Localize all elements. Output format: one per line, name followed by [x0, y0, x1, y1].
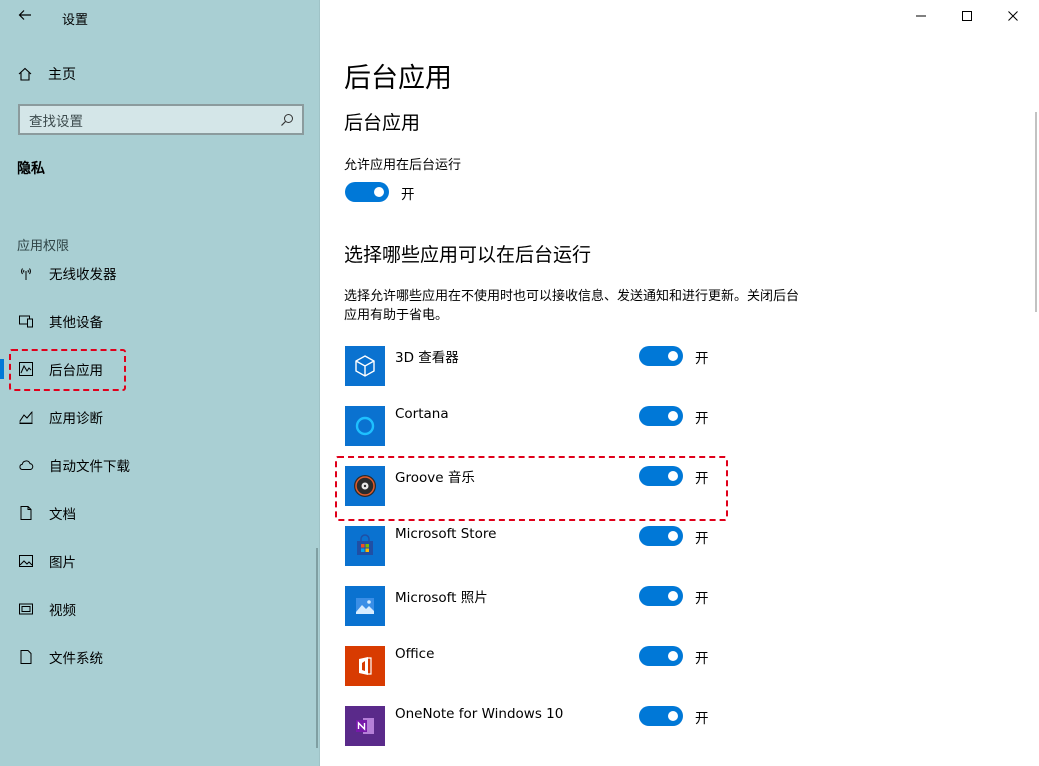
- sidebar-scrollbar[interactable]: [316, 548, 318, 748]
- section-title: 隐私: [17, 161, 45, 177]
- group-label: 应用权限: [17, 239, 70, 254]
- app-toggle[interactable]: [639, 346, 683, 366]
- picture-icon: [17, 552, 35, 570]
- sidebar-item-label: 其他设备: [49, 315, 103, 331]
- wireless-icon: [17, 264, 35, 282]
- app-row-onenote: OneNote for Windows 10 开: [345, 706, 725, 746]
- app-toggle[interactable]: [639, 406, 683, 426]
- app-name: Office: [395, 646, 435, 662]
- sidebar-item-pictures[interactable]: 图片: [0, 541, 320, 581]
- sidebar-item-auto-download[interactable]: 自动文件下载: [0, 445, 320, 485]
- minimize-button[interactable]: [898, 0, 944, 32]
- diagnostics-icon: [17, 408, 35, 426]
- store-icon: [345, 526, 385, 566]
- app-toggle[interactable]: [639, 586, 683, 606]
- main-content: 后台应用 后台应用 允许应用在后台运行 开 选择哪些应用可以在后台运行 选择允许…: [321, 0, 1039, 766]
- toggle-state-label: 开: [695, 531, 709, 547]
- close-icon: [1008, 11, 1018, 21]
- minimize-icon: [916, 15, 926, 17]
- app-name: OneNote for Windows 10: [395, 706, 564, 722]
- sidebar-item-file-system[interactable]: 文件系统: [0, 637, 320, 677]
- document-icon: [17, 504, 35, 522]
- sidebar: 设置 主页 查找设置 隐私 应用权限 无线收发器 其他设备 后台应用 应用诊断 …: [0, 0, 320, 766]
- sidebar-item-videos[interactable]: 视频: [0, 589, 320, 629]
- allow-background-label: 允许应用在后台运行: [344, 158, 462, 173]
- toggle-state-label: 开: [695, 651, 709, 667]
- sidebar-item-label: 主页: [48, 67, 76, 83]
- sidebar-item-label: 无线收发器: [49, 267, 117, 283]
- back-button[interactable]: [14, 6, 36, 28]
- section-title: 后台应用: [344, 112, 421, 134]
- choose-apps-description: 选择允许哪些应用在不使用时也可以接收信息、发送通知和进行更新。关闭后台应用有助于…: [344, 289, 800, 323]
- highlight-annotation-sidebar: [9, 349, 126, 391]
- toggle-state-label: 开: [695, 411, 709, 427]
- sidebar-item-documents[interactable]: 文档: [0, 493, 320, 533]
- onenote-icon: [345, 706, 385, 746]
- video-icon: [17, 600, 35, 618]
- office-icon: [345, 646, 385, 686]
- close-button[interactable]: [990, 0, 1036, 32]
- sidebar-item-label: 自动文件下载: [49, 459, 130, 475]
- highlight-annotation-groove: [335, 456, 728, 521]
- sidebar-item-label: 应用诊断: [49, 411, 103, 427]
- main-scrollbar[interactable]: [1035, 112, 1037, 312]
- choose-apps-title: 选择哪些应用可以在后台运行: [344, 244, 592, 266]
- app-name: 3D 查看器: [395, 350, 459, 366]
- home-icon: [16, 65, 34, 83]
- allow-background-toggle[interactable]: [345, 182, 389, 202]
- maximize-icon: [962, 11, 972, 21]
- app-name: Cortana: [395, 406, 449, 422]
- toggle-state-label: 开: [695, 711, 709, 727]
- file-system-icon: [17, 648, 35, 666]
- devices-icon: [17, 312, 35, 330]
- app-name: Microsoft 照片: [395, 590, 488, 606]
- app-name: Microsoft Store: [395, 526, 497, 542]
- toggle-state-label: 开: [401, 187, 415, 203]
- app-toggle[interactable]: [639, 526, 683, 546]
- sidebar-item-other-devices[interactable]: 其他设备: [0, 301, 320, 341]
- cortana-icon: [345, 406, 385, 446]
- app-title: 设置: [62, 13, 89, 28]
- app-row-microsoft-photos: Microsoft 照片 开: [345, 586, 725, 626]
- sidebar-item-wireless[interactable]: 无线收发器: [0, 253, 320, 293]
- maximize-button[interactable]: [944, 0, 990, 32]
- sidebar-item-label: 文档: [49, 507, 76, 523]
- app-row-microsoft-store: Microsoft Store 开: [345, 526, 725, 566]
- app-toggle[interactable]: [639, 646, 683, 666]
- toggle-state-label: 开: [695, 351, 709, 367]
- sidebar-item-app-diagnostics[interactable]: 应用诊断: [0, 397, 320, 437]
- cloud-icon: [17, 456, 35, 474]
- app-row-office: Office 开: [345, 646, 725, 686]
- app-toggle[interactable]: [639, 706, 683, 726]
- photos-icon: [345, 586, 385, 626]
- 3d-viewer-icon: [345, 346, 385, 386]
- app-row-cortana: Cortana 开: [345, 406, 725, 446]
- sidebar-item-home[interactable]: 主页: [16, 63, 76, 85]
- sidebar-item-label: 视频: [49, 603, 76, 619]
- sidebar-item-label: 文件系统: [49, 651, 103, 667]
- back-arrow-icon: [18, 10, 31, 20]
- page-title: 后台应用: [344, 63, 452, 94]
- sidebar-item-label: 图片: [49, 555, 76, 571]
- app-row-3d-viewer: 3D 查看器 开: [345, 346, 725, 386]
- search-placeholder: 查找设置: [29, 113, 83, 130]
- search-input[interactable]: 查找设置: [18, 104, 304, 135]
- search-icon[interactable]: [276, 109, 298, 131]
- toggle-state-label: 开: [695, 591, 709, 607]
- title-bar: 设置: [0, 0, 320, 34]
